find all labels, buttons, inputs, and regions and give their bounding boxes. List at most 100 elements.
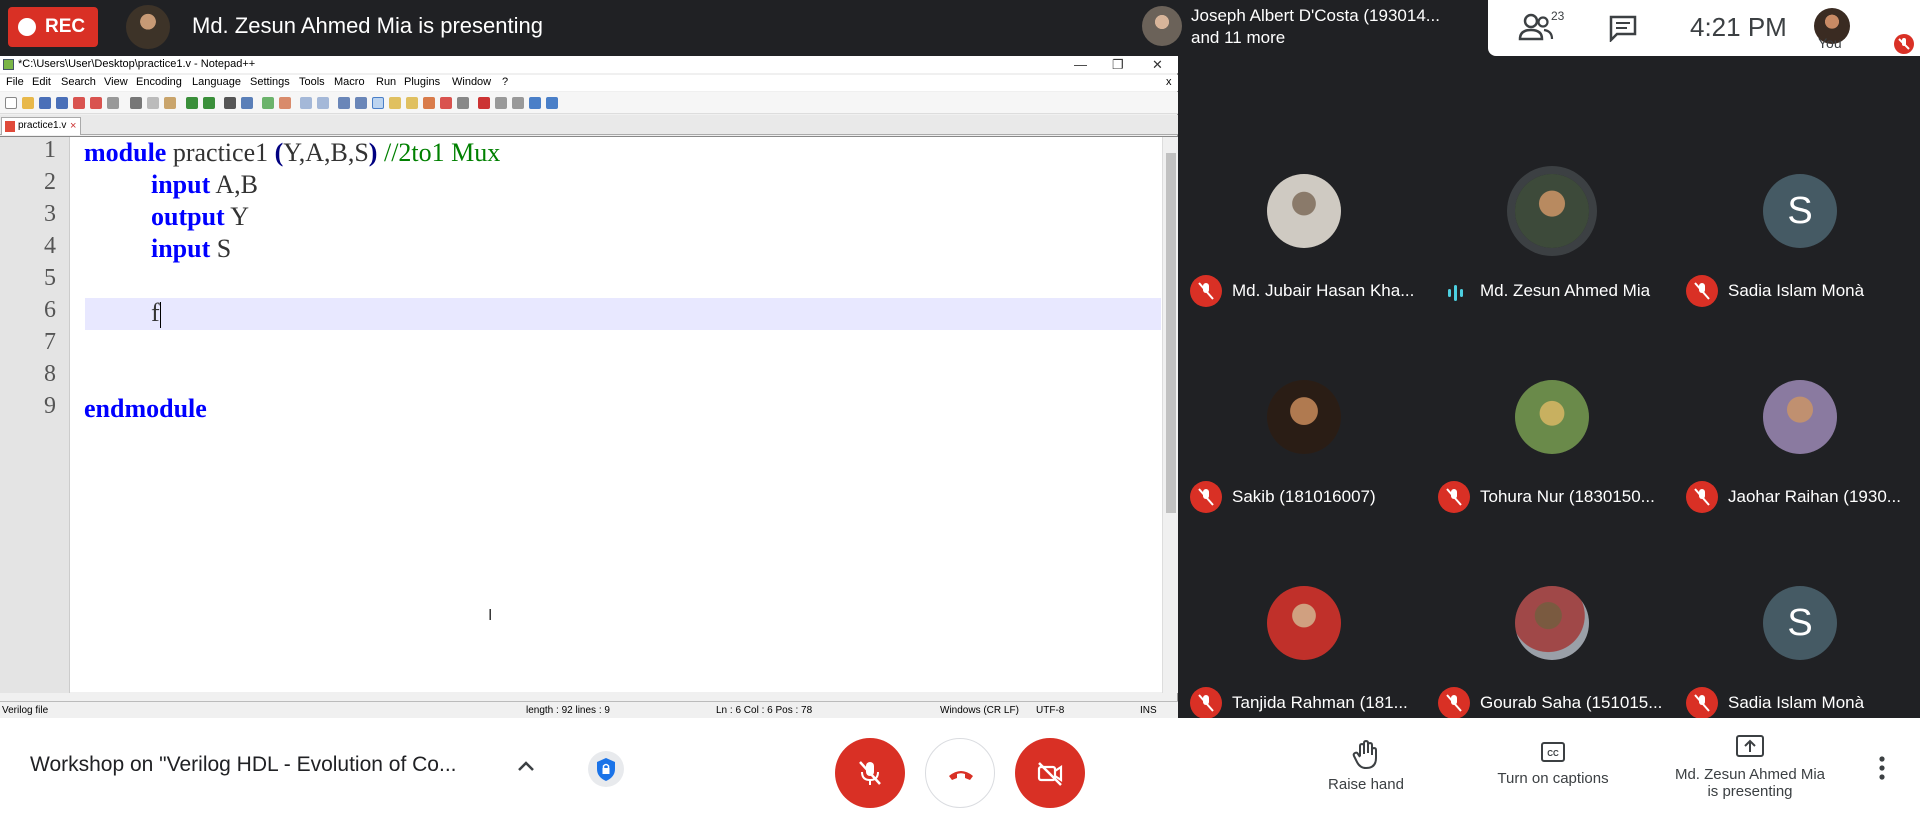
sync-horizontal-icon[interactable]	[317, 97, 329, 109]
record-dot-icon	[18, 18, 36, 36]
close-all-icon[interactable]	[90, 97, 102, 109]
cut-icon[interactable]	[130, 97, 142, 109]
sync-vertical-icon[interactable]	[300, 97, 312, 109]
menu-tools[interactable]: Tools	[299, 76, 325, 88]
paste-icon[interactable]	[164, 97, 176, 109]
menu-view[interactable]: View	[104, 76, 128, 88]
npp-title-text: *C:\Users\User\Desktop\practice1.v - Not…	[18, 58, 256, 70]
function-list-icon[interactable]	[406, 97, 418, 109]
presenter-avatar	[126, 5, 170, 49]
keyword-input: input	[151, 234, 211, 263]
people-icon[interactable]	[1518, 12, 1554, 42]
close-file-icon[interactable]	[73, 97, 85, 109]
recording-badge[interactable]: REC	[8, 7, 98, 47]
monitoring-icon[interactable]	[440, 97, 452, 109]
macro-stop-icon[interactable]	[495, 97, 507, 109]
macro-save-icon[interactable]	[546, 97, 558, 109]
participant-name: Tohura Nur (1830150...	[1480, 487, 1655, 506]
participant-name: Sadia Islam Monà	[1728, 281, 1865, 300]
menu-help[interactable]: ?	[502, 76, 508, 88]
find-icon[interactable]	[224, 97, 236, 109]
participant-name: Gourab Saha (151015...	[1480, 693, 1663, 712]
line-number: 9	[44, 393, 56, 419]
restore-icon[interactable]: ❐	[1112, 56, 1124, 73]
hang-up-icon	[949, 771, 973, 780]
menu-language[interactable]: Language	[192, 76, 241, 88]
present-button[interactable]: Md. Zesun Ahmed Mia is presenting	[1660, 734, 1840, 800]
camera-toggle-button[interactable]	[1015, 738, 1085, 808]
tab-close-icon[interactable]: ×	[70, 118, 76, 134]
undo-icon[interactable]	[186, 97, 198, 109]
copy-icon[interactable]	[147, 97, 159, 109]
menu-window[interactable]: Window	[452, 76, 491, 88]
keyword-input: input	[151, 170, 211, 199]
leave-call-button[interactable]	[925, 738, 995, 808]
redo-icon[interactable]	[203, 97, 215, 109]
code-line-3: output Y	[151, 201, 249, 233]
camera-off-icon	[1037, 762, 1063, 786]
participant-tile[interactable]: Md. Zesun Ahmed Mia	[1428, 144, 1664, 334]
word-wrap-icon[interactable]	[338, 97, 350, 109]
line-number: 3	[44, 201, 56, 227]
indent-guide-icon[interactable]	[372, 97, 384, 109]
menu-encoding[interactable]: Encoding	[136, 76, 182, 88]
code-text-area[interactable]: module practice1 (Y,A,B,S) //2to1 Mux in…	[84, 137, 1162, 693]
raise-hand-button[interactable]: Raise hand	[1316, 740, 1416, 793]
mic-toggle-button[interactable]	[835, 738, 905, 808]
scrollbar-thumb[interactable]	[1166, 153, 1176, 513]
participant-avatar	[1763, 380, 1837, 454]
code-line-6: f	[151, 297, 161, 329]
show-all-chars-icon[interactable]	[355, 97, 367, 109]
participant-avatar-letter: S	[1763, 174, 1837, 248]
captions-label: Turn on captions	[1497, 770, 1609, 787]
meeting-title[interactable]: Workshop on "Verilog HDL - Evolution of …	[30, 753, 457, 777]
macro-record-icon[interactable]	[478, 97, 490, 109]
npp-toolbar	[0, 92, 1178, 114]
host-controls-shield-icon[interactable]	[588, 751, 624, 787]
participant-tile[interactable]: Jaohar Raihan (1930...	[1676, 350, 1912, 540]
tab-practice1[interactable]: practice1.v ×	[1, 117, 81, 135]
mic-off-icon	[859, 761, 881, 785]
vertical-scrollbar[interactable]	[1162, 137, 1178, 693]
replace-icon[interactable]	[241, 97, 253, 109]
participant-avatar	[1267, 174, 1341, 248]
participant-tile[interactable]: Md. Jubair Hasan Kha...	[1180, 144, 1416, 334]
captions-button[interactable]: CC Turn on captions	[1480, 740, 1626, 787]
chat-icon[interactable]	[1608, 14, 1638, 42]
doc-close-icon[interactable]: x	[1166, 76, 1172, 88]
close-icon[interactable]: ✕	[1152, 56, 1163, 73]
more-options-icon[interactable]	[1878, 755, 1886, 781]
line-number: 6	[44, 297, 56, 323]
chevron-up-icon[interactable]	[516, 756, 536, 776]
save-icon[interactable]	[39, 97, 51, 109]
zoom-in-icon[interactable]	[262, 97, 274, 109]
zoom-out-icon[interactable]	[279, 97, 291, 109]
eye-icon[interactable]	[457, 97, 469, 109]
menu-run[interactable]: Run	[376, 76, 396, 88]
minimize-icon[interactable]: —	[1074, 56, 1087, 73]
menu-plugins[interactable]: Plugins	[404, 76, 440, 88]
print-icon[interactable]	[107, 97, 119, 109]
menu-macro[interactable]: Macro	[334, 76, 365, 88]
folder-workspace-icon[interactable]	[423, 97, 435, 109]
keyword-module: module	[84, 138, 167, 167]
menu-edit[interactable]: Edit	[32, 76, 51, 88]
open-file-icon[interactable]	[22, 97, 34, 109]
participant-tile[interactable]: Tohura Nur (1830150...	[1428, 350, 1664, 540]
participant-tile[interactable]: S Sadia Islam Monà	[1676, 144, 1912, 334]
join-notification[interactable]: Joseph Albert D'Costa (193014... and 11 …	[1132, 0, 1488, 56]
new-file-icon[interactable]	[5, 97, 17, 109]
macro-play-icon[interactable]	[512, 97, 524, 109]
macro-run-multiple-icon[interactable]	[529, 97, 541, 109]
save-all-icon[interactable]	[56, 97, 68, 109]
code-editor[interactable]: 1 2 3 4 5 6 7 8 9 module practice1 (Y,A,…	[0, 136, 1178, 693]
menu-settings[interactable]: Settings	[250, 76, 290, 88]
menu-file[interactable]: File	[6, 76, 24, 88]
participant-name: Md. Zesun Ahmed Mia	[1480, 281, 1651, 300]
joiner-avatar	[1142, 6, 1182, 46]
identifier: Y	[224, 202, 250, 231]
menu-search[interactable]: Search	[61, 76, 96, 88]
doc-map-icon[interactable]	[389, 97, 401, 109]
participant-tile[interactable]: Sakib (181016007)	[1180, 350, 1416, 540]
port-list: Y,A,B,S	[283, 138, 369, 167]
